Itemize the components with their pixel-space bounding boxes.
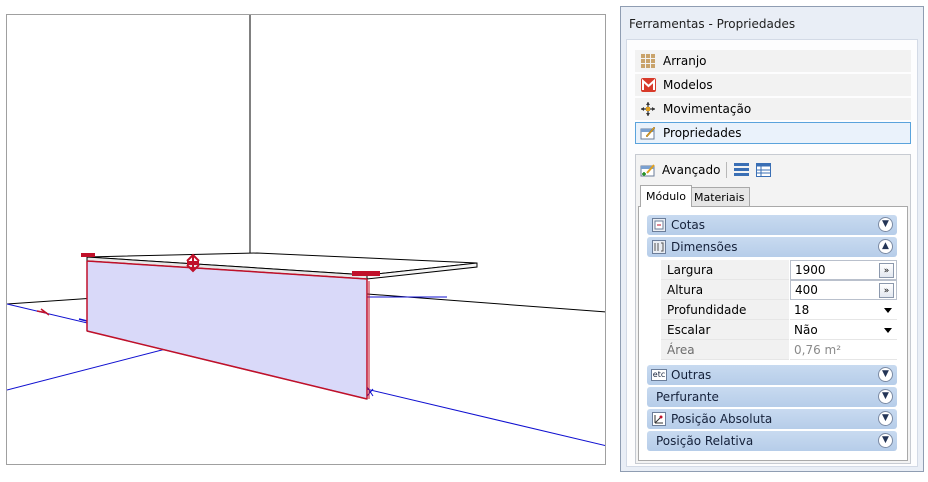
nav-item-label: Arranjo <box>663 54 707 68</box>
nav-item-label: Movimentação <box>663 102 752 116</box>
expand-icon[interactable]: ▼ <box>878 217 893 232</box>
front-panel <box>86 260 368 400</box>
section-label: Posição Relativa <box>656 434 754 448</box>
property-label: Área <box>661 340 789 360</box>
section-posicao-relativa[interactable]: Posição Relativa ▼ <box>647 431 897 451</box>
nav-item-arranjo[interactable]: Arranjo <box>635 50 911 72</box>
property-label: Profundidade <box>661 300 789 320</box>
altura-input[interactable]: 400 » <box>790 280 897 300</box>
expand-icon[interactable]: ▼ <box>878 367 893 382</box>
add-property-icon[interactable] <box>640 162 656 178</box>
modulo-tab-content: Cotas ▼ Dimensões ▲ Largura 1900 » Altur… <box>638 206 908 461</box>
section-outras[interactable]: etc Outras ▼ <box>647 365 897 385</box>
tools-properties-panel: Ferramentas - Propriedades Arranjo Model… <box>620 6 924 472</box>
expand-value-button[interactable]: » <box>879 283 894 298</box>
property-value: 1900 <box>795 263 826 277</box>
property-row-area: Área 0,76 m² <box>661 340 897 360</box>
property-value: Não <box>794 322 818 337</box>
section-posicao-absoluta[interactable]: Posição Absoluta ▼ <box>647 409 897 429</box>
reference-line <box>7 297 96 305</box>
properties-icon <box>640 125 656 141</box>
advanced-toolbar: Avançado <box>640 160 777 180</box>
expand-icon[interactable]: ▼ <box>878 389 893 404</box>
advanced-label[interactable]: Avançado <box>662 163 720 177</box>
profundidade-select[interactable]: 18 <box>790 300 897 320</box>
expand-icon[interactable]: ▼ <box>878 433 893 448</box>
section-perfurante[interactable]: Perfurante ▼ <box>647 387 897 407</box>
property-row-altura: Altura 400 » <box>661 280 897 300</box>
property-label: Altura <box>661 280 789 300</box>
dropdown-arrow-icon[interactable] <box>884 308 892 313</box>
position-axes-icon <box>651 411 667 427</box>
resize-handle-left <box>81 253 95 257</box>
section-label: Perfurante <box>656 390 719 404</box>
nav-item-label: Modelos <box>663 78 713 92</box>
area-readonly-value: 0,76 m² <box>790 340 897 360</box>
section-cotas[interactable]: Cotas ▼ <box>647 215 897 235</box>
tab-modulo[interactable]: Módulo <box>640 185 692 207</box>
section-label: Cotas <box>671 218 706 232</box>
escalar-select[interactable]: Não <box>790 320 897 340</box>
dimensions-ruler-icon <box>651 217 667 233</box>
property-value: 400 <box>795 283 818 297</box>
nav-item-propriedades[interactable]: Propriedades <box>635 122 911 144</box>
dimension-mark <box>366 386 374 397</box>
scene-canvas <box>7 15 605 447</box>
dropdown-arrow-icon[interactable] <box>884 328 892 333</box>
panel-title: Ferramentas - Propriedades <box>629 17 796 31</box>
move-arrows-icon <box>640 101 656 117</box>
m-logo-icon <box>640 77 656 93</box>
dimension-mark <box>78 318 88 322</box>
tab-materiais[interactable]: Materiais <box>688 187 751 207</box>
expand-value-button[interactable]: » <box>879 263 894 278</box>
grid-icon <box>640 53 656 69</box>
nav-item-label: Propriedades <box>663 126 742 140</box>
nav-item-modelos[interactable]: Modelos <box>635 74 911 96</box>
3d-viewport[interactable] <box>6 14 606 465</box>
property-row-profundidade: Profundidade 18 <box>661 300 897 320</box>
toolbar-separator <box>726 162 728 178</box>
property-label: Largura <box>661 260 789 280</box>
nav-item-movimentacao[interactable]: Movimentação <box>635 98 911 120</box>
dimension-mark <box>36 308 50 316</box>
section-label: Posição Absoluta <box>671 412 773 426</box>
expand-icon[interactable]: ▼ <box>878 411 893 426</box>
section-label: Dimensões <box>671 240 738 254</box>
resize-handle-right <box>352 271 380 276</box>
panel-content: Arranjo Modelos Movimentação Propriedade… <box>626 39 918 467</box>
property-row-largura: Largura 1900 » <box>661 260 897 280</box>
dimensions-panel-icon <box>651 239 667 255</box>
etc-icon: etc <box>650 369 668 381</box>
advanced-properties-box: Avançado Módulo Materiais Cotas ▼ Dimens… <box>635 154 911 464</box>
property-row-escalar: Escalar Não <box>661 320 897 340</box>
categorized-view-icon[interactable] <box>733 162 749 178</box>
property-value: 18 <box>794 302 810 317</box>
collapse-icon[interactable]: ▲ <box>878 239 893 254</box>
height-handle-bar <box>187 261 199 265</box>
section-dimensoes[interactable]: Dimensões ▲ <box>647 237 897 257</box>
table-view-icon[interactable] <box>755 162 771 178</box>
largura-input[interactable]: 1900 » <box>790 260 897 280</box>
property-label: Escalar <box>661 320 789 340</box>
section-label: Outras <box>671 368 712 382</box>
